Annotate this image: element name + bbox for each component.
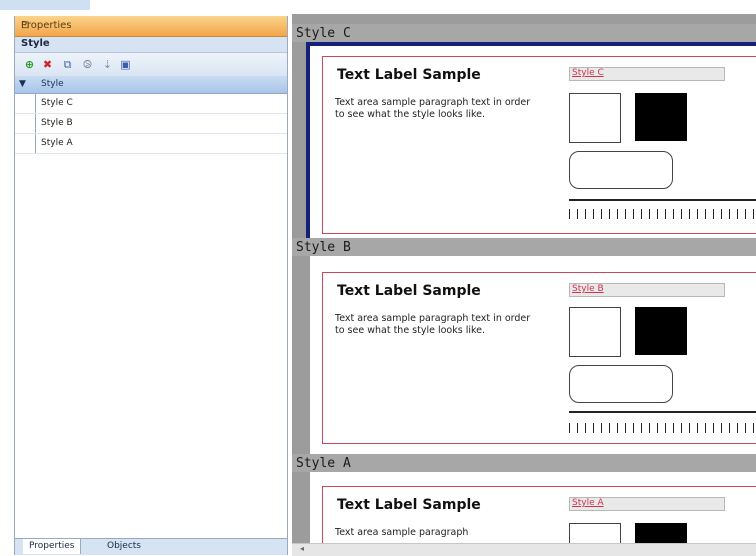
- section-title: Style B: [296, 240, 351, 255]
- tick-ruler-sample: [569, 209, 756, 219]
- style-card-c[interactable]: Text Label Sample Text area sample parag…: [322, 56, 756, 234]
- style-ribbon: Style B: [569, 283, 725, 297]
- style-toolbar: ⊕ ✖ ⧉ ⧁ ⇣ ▣: [15, 53, 287, 78]
- add-icon[interactable]: ⊕: [23, 58, 36, 71]
- tree-item-label: Style A: [41, 138, 73, 148]
- style-section-title: Style: [21, 38, 50, 49]
- apply-icon[interactable]: ▣: [119, 58, 132, 71]
- style-ribbon: Style C: [569, 67, 725, 81]
- panel-tabs: Properties Objects: [15, 538, 287, 555]
- section-title: Style A: [296, 456, 351, 471]
- section-title: Style C: [296, 26, 351, 41]
- text-area-sample: Text area sample paragraph: [335, 527, 469, 538]
- move-icon[interactable]: ⇣: [101, 58, 114, 71]
- text-label-sample: Text Label Sample: [337, 283, 481, 299]
- tree-item-style-c[interactable]: Style C: [15, 94, 287, 114]
- line-sample: [569, 411, 756, 413]
- white-box-sample: [569, 307, 621, 357]
- line-sample: [569, 199, 756, 201]
- delete-icon[interactable]: ✖: [41, 58, 54, 71]
- section-header-style-b: Style B: [292, 238, 756, 256]
- tab-properties[interactable]: Properties: [23, 539, 82, 554]
- style-ribbon-label[interactable]: Style A: [572, 498, 604, 508]
- tab-objects[interactable]: Objects: [101, 539, 147, 554]
- text-label-sample: Text Label Sample: [337, 497, 481, 513]
- style-card-b[interactable]: Text Label Sample Text area sample parag…: [322, 272, 756, 444]
- top-strip-accent: [0, 0, 90, 10]
- tree-item-style-b[interactable]: Style B: [15, 114, 287, 134]
- scroll-left-icon[interactable]: ◂: [300, 544, 304, 553]
- tree-gutter: [15, 114, 36, 133]
- tree-item-label: Style B: [41, 118, 73, 128]
- rounded-box-sample: [569, 365, 673, 403]
- pin-icon[interactable]: ⊡: [21, 20, 279, 31]
- style-ribbon: Style A: [569, 497, 725, 511]
- tick-ruler-sample: [569, 423, 756, 433]
- tree-item-style-a[interactable]: Style A: [15, 134, 287, 154]
- text-label-sample: Text Label Sample: [337, 67, 481, 83]
- style-ribbon-label[interactable]: Style C: [572, 68, 604, 78]
- style-preview-area: Style C Text Label Sample Text area samp…: [292, 14, 756, 555]
- tree-item-label: Style C: [41, 98, 73, 108]
- tree-root-style[interactable]: ▼ Style: [15, 76, 287, 94]
- style-tree: ▼ Style Style C Style B Style A: [15, 76, 287, 154]
- text-area-sample: Text area sample paragraph text in order…: [335, 313, 531, 336]
- panel-title-bar: Properties ⊡: [15, 16, 287, 37]
- top-strip: [0, 0, 756, 12]
- copy-icon[interactable]: ⧉: [61, 58, 74, 71]
- style-ribbon-label[interactable]: Style B: [572, 284, 604, 294]
- section-header-style-a: Style A: [292, 454, 756, 472]
- collapse-triangle-icon[interactable]: ▼: [19, 79, 26, 89]
- properties-panel: Properties ⊡ Style ⊕ ✖ ⧉ ⧁ ⇣ ▣ ▼ Style S…: [14, 16, 288, 555]
- rounded-box-sample: [569, 151, 673, 189]
- black-box-sample: [635, 307, 687, 355]
- tree-root-label: Style: [41, 79, 64, 89]
- black-box-sample: [635, 93, 687, 141]
- white-box-sample: [569, 93, 621, 143]
- paste-icon[interactable]: ⧁: [81, 58, 94, 71]
- text-area-sample: Text area sample paragraph text in order…: [335, 97, 531, 120]
- style-section-header: Style: [15, 37, 287, 53]
- tree-gutter: [15, 94, 36, 113]
- tree-gutter: [15, 134, 36, 153]
- horizontal-scrollbar[interactable]: ◂: [292, 543, 756, 556]
- section-header-style-c: Style C: [292, 24, 756, 42]
